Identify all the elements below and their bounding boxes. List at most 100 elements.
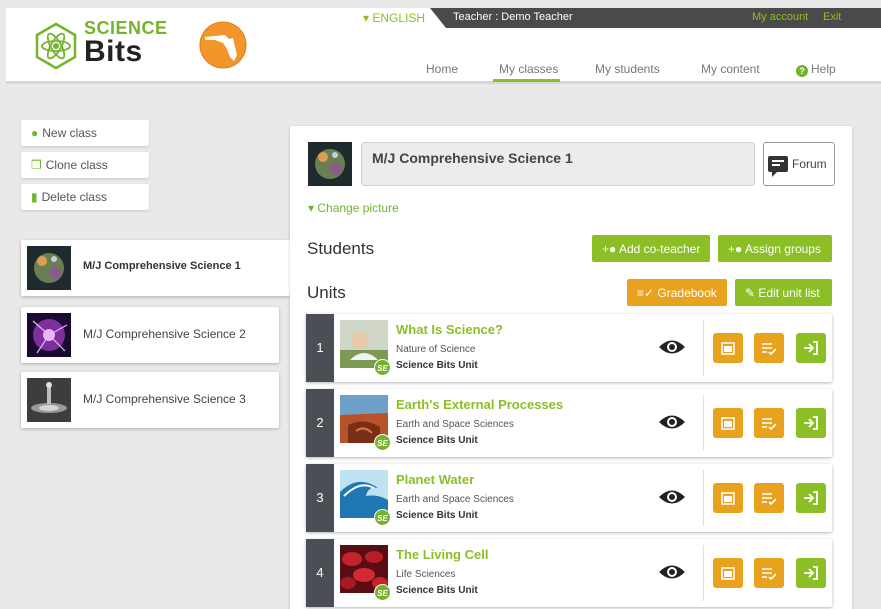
class-card-1[interactable]: M/J Comprehensive Science 1 <box>21 240 290 296</box>
delete-class-label: Delete class <box>41 190 107 204</box>
clone-class-button[interactable]: ❐ Clone class <box>21 152 149 178</box>
enter-unit-button[interactable] <box>796 333 826 363</box>
class-thumbnail <box>27 246 71 290</box>
enter-icon <box>804 491 818 505</box>
grade-list-icon <box>762 568 777 581</box>
class-name: M/J Comprehensive Science 1 <box>83 260 241 272</box>
unit-row-1: 1 SE What Is Science? Nature of Science … <box>306 314 832 382</box>
unit-type: Science Bits Unit <box>396 435 478 446</box>
logo-bits-text: Bits <box>84 35 143 68</box>
calendar-button[interactable] <box>713 408 743 438</box>
enter-unit-button[interactable] <box>796 558 826 588</box>
grade-unit-button[interactable] <box>754 408 784 438</box>
enter-icon <box>804 566 818 580</box>
divider <box>703 395 704 451</box>
new-class-button[interactable]: ● New class <box>21 120 149 146</box>
class-name: M/J Comprehensive Science 2 <box>83 327 246 341</box>
enter-icon <box>804 341 818 355</box>
unit-row-3: 3 SE Planet Water Earth and Space Scienc… <box>306 464 832 532</box>
change-picture-link[interactable]: ▾ Change picture <box>308 201 399 215</box>
class-card-3[interactable]: M/J Comprehensive Science 3 <box>21 372 279 428</box>
units-heading: Units <box>307 283 346 302</box>
eye-icon[interactable] <box>658 488 686 506</box>
nav-my-students[interactable]: My students <box>595 62 660 76</box>
unit-number: 4 <box>306 539 334 607</box>
nav-my-classes[interactable]: My classes <box>499 62 558 76</box>
gradebook-button[interactable]: ≡✓ Gradebook <box>627 279 727 306</box>
eye-icon[interactable] <box>658 563 686 581</box>
class-detail-panel: M/J Comprehensive Science 1 Forum ▾ Chan… <box>290 126 852 609</box>
se-badge: SE <box>374 359 391 376</box>
calendar-button[interactable] <box>713 558 743 588</box>
enter-icon <box>804 416 818 430</box>
unit-subject: Earth and Space Sciences <box>396 419 514 430</box>
unit-title[interactable]: Earth's External Processes <box>396 397 563 412</box>
unit-subject: Earth and Space Sciences <box>396 494 514 505</box>
plus-circle-icon: ● <box>31 126 39 140</box>
class-title-field[interactable]: M/J Comprehensive Science 1 <box>361 142 755 186</box>
unit-number: 3 <box>306 464 334 532</box>
chat-icon <box>768 156 788 177</box>
unit-number: 2 <box>306 389 334 457</box>
grade-unit-button[interactable] <box>754 558 784 588</box>
assign-groups-label: Assign groups <box>744 242 821 256</box>
nav-help-label: Help <box>811 62 836 76</box>
language-selector[interactable]: ▾ ENGLISH <box>363 11 425 25</box>
nav-my-content[interactable]: My content <box>701 62 760 76</box>
enter-unit-button[interactable] <box>796 408 826 438</box>
unit-title[interactable]: The Living Cell <box>396 547 488 562</box>
teacher-label: Teacher : Demo Teacher <box>453 11 573 23</box>
unit-type: Science Bits Unit <box>396 510 478 521</box>
unit-subject: Nature of Science <box>396 344 476 355</box>
trash-icon: ▮ <box>31 190 38 204</box>
se-badge: SE <box>374 434 391 451</box>
divider <box>703 470 704 526</box>
forum-label: Forum <box>792 157 827 171</box>
unit-title[interactable]: What Is Science? <box>396 322 503 337</box>
delete-class-button[interactable]: ▮ Delete class <box>21 184 149 210</box>
atom-logo-icon <box>35 22 77 70</box>
calendar-button[interactable] <box>713 333 743 363</box>
forum-button[interactable]: Forum <box>763 142 835 186</box>
new-class-label: New class <box>42 126 97 140</box>
students-heading: Students <box>307 239 375 258</box>
unit-subject: Life Sciences <box>396 569 456 580</box>
exit-link[interactable]: Exit <box>823 11 841 23</box>
calendar-icon <box>721 492 735 505</box>
class-card-2[interactable]: M/J Comprehensive Science 2 <box>21 307 279 363</box>
calendar-icon <box>721 567 735 580</box>
my-account-link[interactable]: My account <box>752 11 808 23</box>
eye-icon[interactable] <box>658 413 686 431</box>
edit-unit-list-button[interactable]: ✎ Edit unit list <box>735 279 832 306</box>
grade-list-icon <box>762 493 777 506</box>
grade-unit-button[interactable] <box>754 333 784 363</box>
add-coteacher-label: Add co-teacher <box>618 242 701 256</box>
unit-title[interactable]: Planet Water <box>396 472 474 487</box>
edit-icon: ✎ <box>745 286 759 300</box>
se-badge: SE <box>374 509 391 526</box>
help-icon: ? <box>796 65 808 77</box>
unit-row-2: 2 SE Earth's External Processes Earth an… <box>306 389 832 457</box>
grade-unit-button[interactable] <box>754 483 784 513</box>
florida-logo-icon <box>199 21 247 69</box>
gradebook-icon: ≡✓ <box>637 286 658 300</box>
unit-number: 1 <box>306 314 334 382</box>
assign-groups-button[interactable]: +● Assign groups <box>718 235 832 262</box>
header: ▾ ENGLISH Teacher : Demo Teacher My acco… <box>6 8 881 84</box>
class-picture[interactable] <box>308 142 352 186</box>
class-thumbnail <box>27 378 71 422</box>
calendar-icon <box>721 417 735 430</box>
gradebook-label: Gradebook <box>657 286 717 300</box>
enter-unit-button[interactable] <box>796 483 826 513</box>
unit-type: Science Bits Unit <box>396 585 478 596</box>
calendar-icon <box>721 342 735 355</box>
add-coteacher-button[interactable]: +● Add co-teacher <box>592 235 710 262</box>
nav-home[interactable]: Home <box>426 62 458 76</box>
active-nav-indicator <box>493 79 560 82</box>
copy-icon: ❐ <box>31 158 42 172</box>
calendar-button[interactable] <box>713 483 743 513</box>
eye-icon[interactable] <box>658 338 686 356</box>
divider <box>703 320 704 376</box>
nav-help[interactable]: ? Help <box>796 62 836 77</box>
unit-type: Science Bits Unit <box>396 360 478 371</box>
